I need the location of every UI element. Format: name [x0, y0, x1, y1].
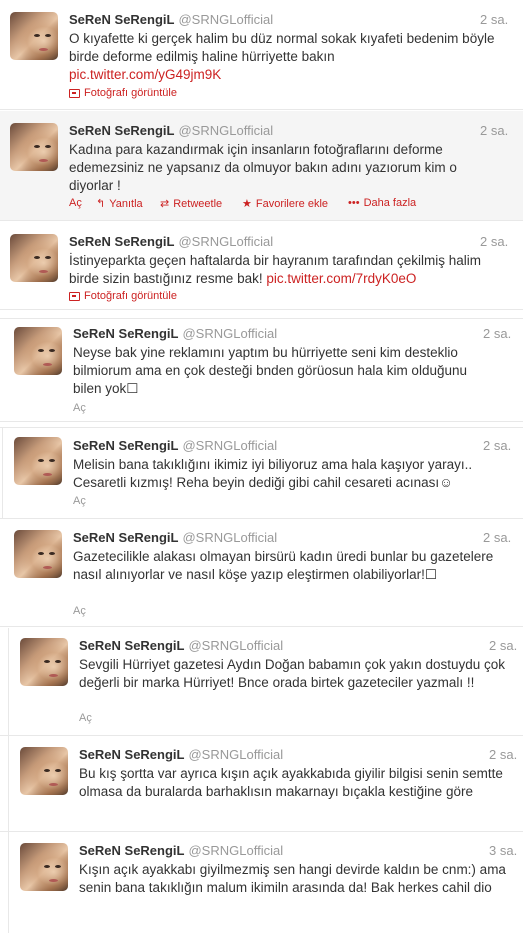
tweet-header: SeReN SeRengiL @SRNGLofficial — [79, 638, 283, 653]
tweet-header: SeReN SeRengiL @SRNGLofficial — [73, 326, 277, 341]
tweet-header: SeReN SeRengiL @SRNGLofficial — [79, 747, 283, 762]
tweet-text: Kışın açık ayakkabı giyilmezmiş sen hang… — [79, 862, 506, 895]
avatar[interactable] — [14, 437, 62, 485]
author-handle[interactable]: @SRNGLofficial — [178, 234, 273, 249]
avatar[interactable] — [20, 843, 68, 891]
tweet-header: SeReN SeRengiL @SRNGLofficial — [73, 438, 277, 453]
tweet-text: Sevgili Hürriyet gazetesi Aydın Doğan ba… — [79, 657, 505, 690]
tweet-text: Kadına para kazandırmak için insanların … — [69, 142, 457, 193]
tweet-text: Bu kış şortta var ayrıca kışın açık ayak… — [79, 766, 503, 799]
more-dots-icon: ••• — [348, 197, 360, 209]
timestamp[interactable]: 2 sa. — [483, 438, 511, 453]
timestamp[interactable]: 2 sa. — [489, 747, 517, 762]
author-name[interactable]: SeReN SeRengiL — [79, 638, 184, 653]
open-button[interactable]: Aç — [79, 712, 92, 724]
tweet[interactable]: SeReN SeRengiL @SRNGLofficial 3 sa. Kışın… — [0, 833, 523, 936]
avatar[interactable] — [14, 327, 62, 375]
tweet-header: SeReN SeRengiL @SRNGLofficial — [73, 530, 277, 545]
author-name[interactable]: SeReN SeRengiL — [73, 326, 178, 341]
tweet[interactable]: SeReN SeRengiL @SRNGLofficial 2 sa. Gazet… — [0, 520, 523, 627]
tweet-text: Gazetecilikle alakası olmayan birsürü ka… — [73, 549, 494, 582]
tweet[interactable]: SeReN SeRengiL @SRNGLofficial 2 sa. O kıy… — [0, 0, 523, 110]
avatar[interactable] — [14, 530, 62, 578]
avatar[interactable] — [20, 638, 68, 686]
author-name[interactable]: SeReN SeRengiL — [73, 438, 178, 453]
favorite-button[interactable]: ★ Favorilere ekle — [242, 197, 328, 211]
tweet-text: Melisin bana takıklığını ikimiz iyi bili… — [73, 457, 473, 490]
tweet-header: SeReN SeRengiL @SRNGLofficial — [69, 123, 273, 138]
tweet-link[interactable]: pic.twitter.com/yG49jm9K — [69, 67, 221, 82]
view-photo-button[interactable]: Fotoğrafı görüntüle — [69, 87, 177, 99]
author-handle[interactable]: @SRNGLofficial — [188, 843, 283, 858]
author-name[interactable]: SeReN SeRengiL — [79, 747, 184, 762]
author-name[interactable]: SeReN SeRengiL — [69, 12, 174, 27]
tweet[interactable]: SeReN SeRengiL @SRNGLofficial 2 sa. Bu kı… — [0, 737, 523, 832]
more-button[interactable]: ••• Daha fazla — [348, 197, 416, 209]
divider — [2, 427, 3, 519]
avatar[interactable] — [10, 12, 58, 60]
author-handle[interactable]: @SRNGLofficial — [182, 326, 277, 341]
open-button[interactable]: Aç — [73, 495, 86, 507]
retweet-button[interactable]: ⇄ Retweetle — [160, 197, 222, 211]
timestamp[interactable]: 2 sa. — [480, 123, 508, 138]
retweet-icon: ⇄ — [160, 198, 170, 210]
tweet[interactable]: SeReN SeRengiL @SRNGLofficial 2 sa. Melis… — [0, 427, 523, 519]
timestamp[interactable]: 2 sa. — [483, 326, 511, 341]
author-name[interactable]: SeReN SeRengiL — [73, 530, 178, 545]
author-handle[interactable]: @SRNGLofficial — [188, 747, 283, 762]
timestamp[interactable]: 2 sa. — [480, 12, 508, 27]
timestamp[interactable]: 3 sa. — [489, 843, 517, 858]
tweet-text: O kıyafette ki gerçek halim bu düz norma… — [69, 30, 509, 84]
star-icon: ★ — [242, 198, 252, 210]
timestamp[interactable]: 2 sa. — [489, 638, 517, 653]
author-handle[interactable]: @SRNGLofficial — [188, 638, 283, 653]
tweet-body: O kıyafette ki gerçek halim bu düz norma… — [69, 31, 495, 64]
author-name[interactable]: SeReN SeRengiL — [69, 123, 174, 138]
timestamp[interactable]: 2 sa. — [483, 530, 511, 545]
avatar[interactable] — [10, 123, 58, 171]
tweet[interactable]: SeReN SeRengiL @SRNGLofficial 2 sa. Sevgi… — [0, 628, 523, 736]
photo-icon — [69, 291, 80, 301]
tweet-header: SeReN SeRengiL @SRNGLofficial — [79, 843, 283, 858]
author-handle[interactable]: @SRNGLofficial — [182, 438, 277, 453]
tweet-header: SeReN SeRengiL @SRNGLofficial — [69, 234, 273, 249]
tweet-header: SeReN SeRengiL @SRNGLofficial — [69, 12, 273, 27]
tweet-link[interactable]: pic.twitter.com/7rdyK0eO — [266, 271, 416, 286]
reply-button[interactable]: ↰ Yanıtla — [96, 197, 143, 211]
timestamp[interactable]: 2 sa. — [480, 234, 508, 249]
view-photo-button[interactable]: Fotoğrafı görüntüle — [69, 290, 177, 302]
photo-icon — [69, 88, 80, 98]
open-button[interactable]: Aç — [73, 605, 86, 617]
divider — [8, 628, 9, 933]
author-handle[interactable]: @SRNGLofficial — [182, 530, 277, 545]
tweet[interactable]: SeReN SeRengiL @SRNGLofficial 2 sa. Kadın… — [0, 111, 523, 221]
tweet[interactable]: SeReN SeRengiL @SRNGLofficial 2 sa. İstin… — [0, 222, 523, 310]
avatar[interactable] — [10, 234, 58, 282]
author-name[interactable]: SeReN SeRengiL — [69, 234, 174, 249]
author-handle[interactable]: @SRNGLofficial — [178, 12, 273, 27]
tweet[interactable]: SeReN SeRengiL @SRNGLofficial 2 sa. Neyse… — [0, 318, 523, 422]
author-name[interactable]: SeReN SeRengiL — [79, 843, 184, 858]
author-handle[interactable]: @SRNGLofficial — [178, 123, 273, 138]
tweet-text: Neyse bak yine reklamını yaptım bu hürri… — [73, 345, 467, 396]
tweet-text: İstinyeparkta geçen haftalarda bir hayra… — [69, 252, 504, 288]
open-button[interactable]: Aç — [73, 402, 86, 414]
reply-icon: ↰ — [96, 198, 106, 210]
avatar[interactable] — [20, 747, 68, 795]
open-button[interactable]: Aç — [69, 197, 82, 209]
